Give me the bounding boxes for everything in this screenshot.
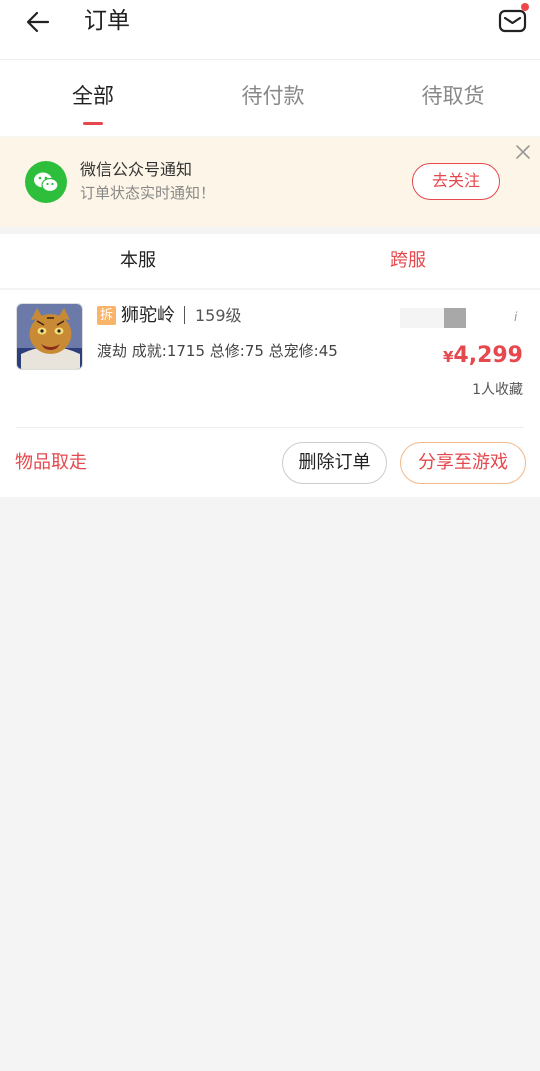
favorite-count: 1人收藏 bbox=[472, 382, 523, 398]
character-name: 狮驼岭 bbox=[121, 305, 175, 326]
currency-symbol: ¥ bbox=[442, 348, 454, 366]
back-arrow-icon[interactable] bbox=[22, 6, 54, 38]
dismantle-tag: 拆 bbox=[97, 306, 116, 325]
active-tab-indicator bbox=[83, 122, 103, 125]
close-icon[interactable] bbox=[514, 143, 532, 161]
header-bar: 订单 bbox=[0, 0, 540, 60]
character-stats: 渡劫 成就:1715 总修:75 总宠修:45 bbox=[97, 342, 338, 360]
price: ¥4,299 bbox=[443, 340, 523, 373]
character-avatar bbox=[16, 303, 83, 370]
share-to-game-button[interactable]: 分享至游戏 bbox=[400, 442, 526, 484]
tab-cross-server[interactable]: 跨服 bbox=[348, 248, 468, 274]
delete-order-button[interactable]: 删除订单 bbox=[282, 442, 387, 484]
character-level: 159级 bbox=[195, 306, 242, 325]
wechat-notice-banner: 微信公众号通知 订单状态实时通知！ 去关注 bbox=[0, 137, 540, 227]
divider bbox=[16, 427, 524, 428]
tab-pending-pickup[interactable]: 待取货 bbox=[393, 82, 513, 110]
order-card[interactable]: 拆 狮驼岭 159级 渡劫 成就:1715 总修:75 总宠修:45 i ¥4,… bbox=[0, 290, 540, 497]
order-status: 物品取走 bbox=[15, 452, 87, 473]
order-tabs: 全部 待付款 待取货 bbox=[0, 60, 540, 136]
divider bbox=[184, 306, 185, 324]
follow-button[interactable]: 去关注 bbox=[412, 163, 500, 200]
tab-pending-payment[interactable]: 待付款 bbox=[213, 82, 333, 110]
notification-dot bbox=[521, 3, 529, 11]
redacted-area bbox=[444, 308, 466, 328]
tab-all[interactable]: 全部 bbox=[33, 82, 153, 110]
price-value: 4,299 bbox=[453, 343, 523, 368]
notice-subtitle: 订单状态实时通知！ bbox=[80, 184, 216, 202]
tab-home-server[interactable]: 本服 bbox=[78, 248, 198, 274]
server-tabs: 本服 跨服 bbox=[0, 234, 540, 288]
redacted-area bbox=[400, 308, 444, 328]
notice-title: 微信公众号通知 bbox=[80, 160, 193, 179]
wechat-icon bbox=[25, 161, 67, 203]
page-title: 订单 bbox=[84, 8, 130, 34]
info-icon[interactable]: i bbox=[514, 310, 517, 324]
